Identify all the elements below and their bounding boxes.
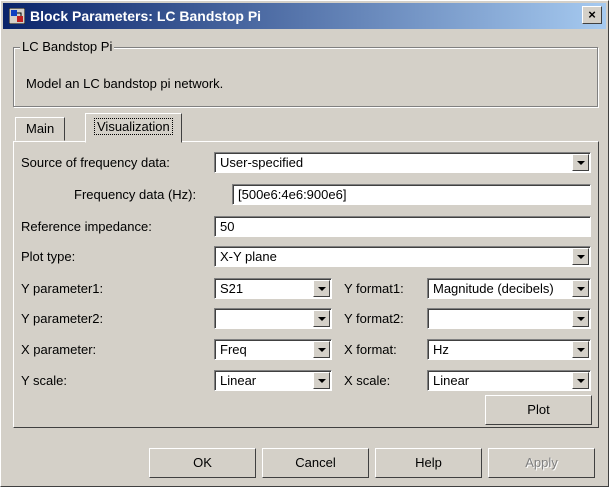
y-parameter1-dropdown[interactable]: S21	[214, 278, 332, 299]
y-format1-dropdown[interactable]: Magnitude (decibels)	[427, 278, 591, 299]
reference-impedance-label: Reference impedance:	[21, 219, 152, 234]
y-format2-label: Y format2:	[344, 311, 404, 326]
tab-main-label: Main	[26, 121, 55, 136]
x-format-dropdown[interactable]: Hz	[427, 339, 591, 360]
y-format2-dropdown[interactable]	[427, 308, 591, 329]
reference-impedance-input[interactable]: 50	[214, 216, 591, 237]
y-parameter2-label: Y parameter2:	[21, 311, 104, 326]
plot-type-value: X-Y plane	[220, 249, 277, 264]
help-button[interactable]: Help	[375, 448, 482, 478]
tab-visualization[interactable]: Visualization	[85, 113, 182, 143]
tab-main[interactable]: Main	[15, 117, 66, 141]
x-format-label: X format:	[344, 342, 397, 357]
plot-type-label: Plot type:	[21, 249, 76, 264]
plot-button[interactable]: Plot	[485, 395, 592, 425]
frequency-label: Frequency data (Hz):	[74, 187, 197, 202]
chevron-down-icon[interactable]	[313, 280, 330, 297]
source-dropdown[interactable]: User-specified	[214, 152, 591, 173]
x-parameter-label: X parameter:	[21, 342, 97, 357]
chevron-down-icon[interactable]	[572, 280, 589, 297]
tab-visualization-label: Visualization	[94, 118, 173, 135]
y-format1-value: Magnitude (decibels)	[433, 281, 554, 296]
block-description: Model an LC bandstop pi network.	[26, 76, 224, 91]
reference-impedance-value: 50	[220, 219, 235, 234]
x-format-value: Hz	[433, 342, 449, 357]
y-parameter1-value: S21	[220, 281, 244, 296]
x-scale-dropdown[interactable]: Linear	[427, 370, 591, 391]
chevron-down-icon[interactable]	[572, 310, 589, 327]
cancel-button[interactable]: Cancel	[262, 448, 369, 478]
ok-button[interactable]: OK	[149, 448, 256, 478]
group-title: LC Bandstop Pi	[20, 39, 115, 54]
x-parameter-dropdown[interactable]: Freq	[214, 339, 332, 360]
source-value: User-specified	[220, 155, 304, 170]
frequency-input[interactable]: [500e6:4e6:900e6]	[232, 184, 591, 205]
apply-button[interactable]: Apply	[488, 448, 595, 478]
x-scale-label: X scale:	[344, 373, 391, 388]
close-button[interactable]: ×	[582, 6, 602, 24]
dialog-window: Block Parameters: LC Bandstop Pi × LC Ba…	[0, 0, 609, 487]
block-description-group: LC Bandstop Pi Model an LC bandstop pi n…	[13, 39, 598, 107]
chevron-down-icon[interactable]	[572, 341, 589, 358]
x-parameter-value: Freq	[220, 342, 247, 357]
window-title: Block Parameters: LC Bandstop Pi	[30, 8, 262, 24]
y-scale-dropdown[interactable]: Linear	[214, 370, 332, 391]
chevron-down-icon[interactable]	[572, 372, 589, 389]
y-parameter2-dropdown[interactable]	[214, 308, 332, 329]
title-bar[interactable]: Block Parameters: LC Bandstop Pi ×	[3, 3, 606, 29]
simulink-block-icon	[9, 8, 25, 24]
chevron-down-icon[interactable]	[313, 341, 330, 358]
plot-type-dropdown[interactable]: X-Y plane	[214, 246, 591, 267]
source-label: Source of frequency data:	[21, 155, 170, 170]
x-scale-value: Linear	[433, 373, 470, 388]
y-scale-value: Linear	[220, 373, 257, 388]
chevron-down-icon[interactable]	[313, 310, 330, 327]
chevron-down-icon[interactable]	[313, 372, 330, 389]
y-format1-label: Y format1:	[344, 281, 404, 296]
chevron-down-icon[interactable]	[572, 154, 589, 171]
y-parameter1-label: Y parameter1:	[21, 281, 104, 296]
y-scale-label: Y scale:	[21, 373, 68, 388]
chevron-down-icon[interactable]	[572, 248, 589, 265]
frequency-value: [500e6:4e6:900e6]	[238, 187, 347, 202]
